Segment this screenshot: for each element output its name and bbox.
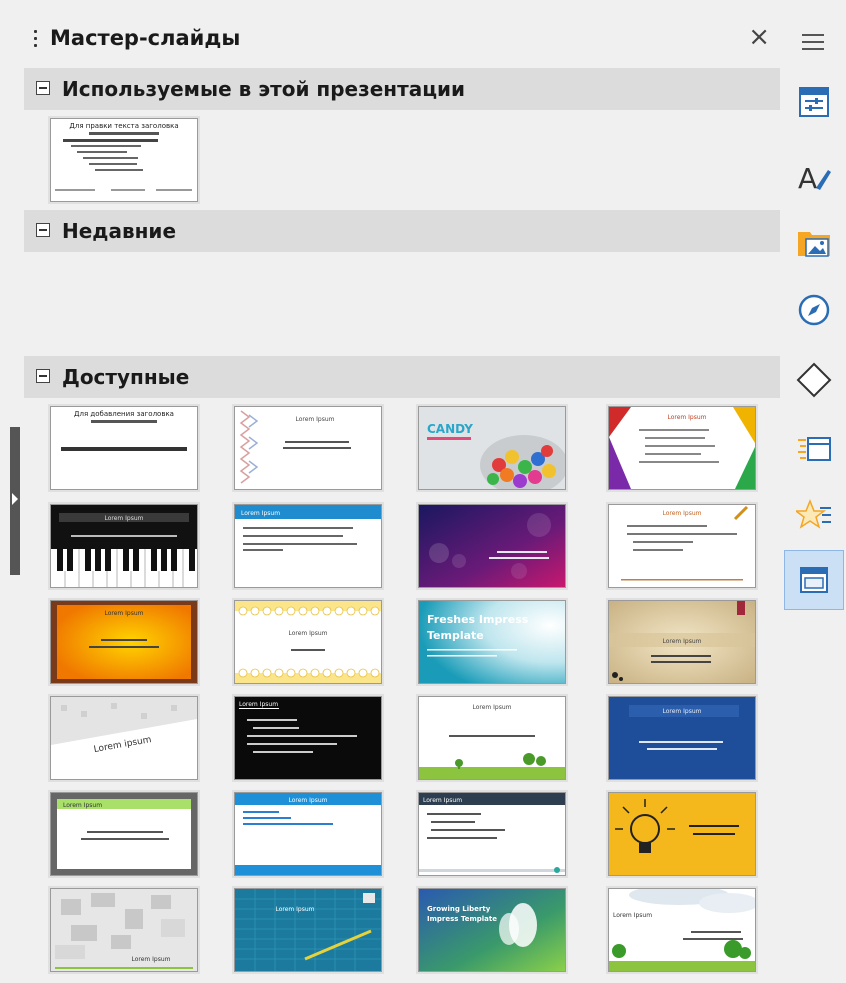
thumb-title-text: CANDY bbox=[427, 422, 473, 436]
section-label-available: Доступные bbox=[62, 365, 190, 389]
master-thumb-grey-elegant[interactable]: Lorem ipsum bbox=[50, 696, 198, 780]
master-thumb-bright-blue[interactable] bbox=[418, 504, 566, 588]
thumb-title-text: Freshes Impress bbox=[427, 613, 529, 626]
gallery-icon bbox=[798, 232, 830, 257]
tab-shapes[interactable] bbox=[784, 350, 844, 410]
master-thumb-vintage[interactable]: Lorem Ipsum bbox=[608, 600, 756, 684]
thumb-title-text: Lorem Ipsum bbox=[662, 510, 701, 517]
tab-properties[interactable] bbox=[784, 72, 844, 132]
navigator-icon bbox=[798, 294, 830, 326]
master-thumb-pencil[interactable]: Lorem Ipsum bbox=[608, 504, 756, 588]
thumb-title-text: Lorem Ipsum bbox=[423, 797, 462, 804]
master-thumb-lime[interactable]: Lorem Ipsum bbox=[50, 792, 198, 876]
tab-animation[interactable] bbox=[784, 486, 844, 546]
sidebar-collapse-handle[interactable] bbox=[10, 427, 20, 575]
master-thumb-progress[interactable]: Lorem Ipsum bbox=[418, 792, 566, 876]
master-thumb-growing-liberty[interactable]: Growing Liberty Impress Template bbox=[418, 888, 566, 972]
collapse-icon[interactable] bbox=[36, 81, 50, 95]
panel-titlebar: Мастер-слайды × bbox=[24, 12, 780, 62]
thumb-title-text: Template bbox=[427, 629, 484, 642]
tab-navigator[interactable] bbox=[784, 280, 844, 340]
master-thumb-sunset[interactable]: Lorem Ipsum bbox=[50, 600, 198, 684]
master-slides-panel: Мастер-слайды × Используемые в этой през… bbox=[24, 12, 780, 983]
master-thumb-blue-grid[interactable]: Lorem Ipsum bbox=[234, 888, 382, 972]
slide-transition-icon bbox=[798, 437, 831, 461]
thumb-title-text: Lorem Ipsum bbox=[295, 416, 334, 423]
thumb-title-text: Lorem Ipsum bbox=[662, 638, 701, 645]
thumb-title-text: Growing Liberty bbox=[427, 905, 491, 913]
panel-title: Мастер-слайды bbox=[50, 26, 241, 50]
thumb-title-text: Lorem Ipsum bbox=[275, 906, 314, 913]
master-thumb-focus[interactable]: Lorem Ipsum bbox=[608, 406, 756, 490]
thumb-title-text: Impress Template bbox=[427, 915, 497, 923]
svg-text:A: A bbox=[798, 162, 817, 194]
thumb-title-text: Lorem Ipsum bbox=[288, 630, 327, 637]
thumb-title-text: Lorem Ipsum bbox=[667, 414, 706, 421]
styles-icon: A bbox=[798, 162, 831, 194]
master-thumb-candy[interactable]: CANDY bbox=[418, 406, 566, 490]
tab-master-slides[interactable] bbox=[784, 550, 844, 610]
shapes-icon bbox=[796, 362, 832, 398]
expand-arrow-icon bbox=[12, 493, 18, 505]
master-thumb-default[interactable]: Для добавления заголовка bbox=[50, 406, 198, 490]
master-thumb-sky-trees[interactable]: Lorem Ipsum bbox=[608, 888, 756, 972]
master-thumb-grey-blocks[interactable]: Lorem Ipsum bbox=[50, 888, 198, 972]
collapse-icon[interactable] bbox=[36, 369, 50, 383]
thumb-title-text: Для добавления заголовка bbox=[74, 410, 174, 418]
collapse-icon[interactable] bbox=[36, 223, 50, 237]
master-thumb-yellow-idea[interactable]: Lorem Ipsum bbox=[234, 600, 382, 684]
section-available[interactable]: Доступные bbox=[24, 356, 780, 398]
master-thumb-vivid[interactable]: Lorem Ipsum bbox=[234, 504, 382, 588]
master-thumb-midnightblue[interactable]: Lorem Ipsum bbox=[234, 696, 382, 780]
thumb-title-text: Lorem Ipsum bbox=[104, 610, 143, 617]
master-thumb-beehive[interactable]: Lorem Ipsum bbox=[234, 406, 382, 490]
thumb-title-text: Lorem Ipsum bbox=[662, 708, 701, 715]
animation-icon bbox=[796, 498, 831, 529]
tab-styles[interactable]: A bbox=[784, 146, 844, 206]
section-label-recent: Недавние bbox=[62, 219, 177, 243]
thumb-title-text: Lorem Ipsum bbox=[472, 704, 511, 711]
master-thumb-freshes[interactable]: Freshes Impress Template bbox=[418, 600, 566, 684]
close-button[interactable]: × bbox=[748, 24, 770, 50]
tab-gallery[interactable] bbox=[784, 212, 844, 272]
master-slides-icon bbox=[800, 567, 828, 593]
drag-grip-icon[interactable] bbox=[34, 30, 37, 54]
master-thumb-nature[interactable]: Lorem Ipsum bbox=[418, 696, 566, 780]
thumb-title-text: Lorem Ipsum bbox=[63, 802, 102, 809]
properties-icon bbox=[799, 87, 829, 117]
section-label-used: Используемые в этой презентации bbox=[62, 77, 466, 101]
menu-icon[interactable] bbox=[802, 34, 824, 52]
tab-slide-transition[interactable] bbox=[784, 418, 844, 478]
master-thumb-blueprint[interactable]: Lorem Ipsum bbox=[608, 696, 756, 780]
master-thumb-piano[interactable]: Lorem Ipsum bbox=[50, 504, 198, 588]
thumb-title-text: Lorem Ipsum bbox=[131, 956, 170, 963]
thumb-title-text: Lorem Ipsum bbox=[613, 912, 652, 919]
section-recent[interactable]: Недавние bbox=[24, 210, 780, 252]
thumb-title-text: Lorem Ipsum bbox=[239, 701, 278, 708]
master-thumb-used-default[interactable]: Для правки текста заголовка bbox=[50, 118, 198, 202]
sidebar-tabbar: A bbox=[782, 0, 846, 983]
section-used[interactable]: Используемые в этой презентации bbox=[24, 68, 780, 110]
master-thumb-blue-curve[interactable]: Lorem Ipsum bbox=[234, 792, 382, 876]
thumb-title-text: Lorem Ipsum bbox=[104, 515, 143, 522]
thumb-title-text: Для правки текста заголовка bbox=[69, 122, 178, 130]
master-thumb-inspiration[interactable] bbox=[608, 792, 756, 876]
thumb-title-text: Lorem Ipsum bbox=[288, 797, 327, 804]
thumb-title-text: Lorem Ipsum bbox=[241, 510, 280, 517]
